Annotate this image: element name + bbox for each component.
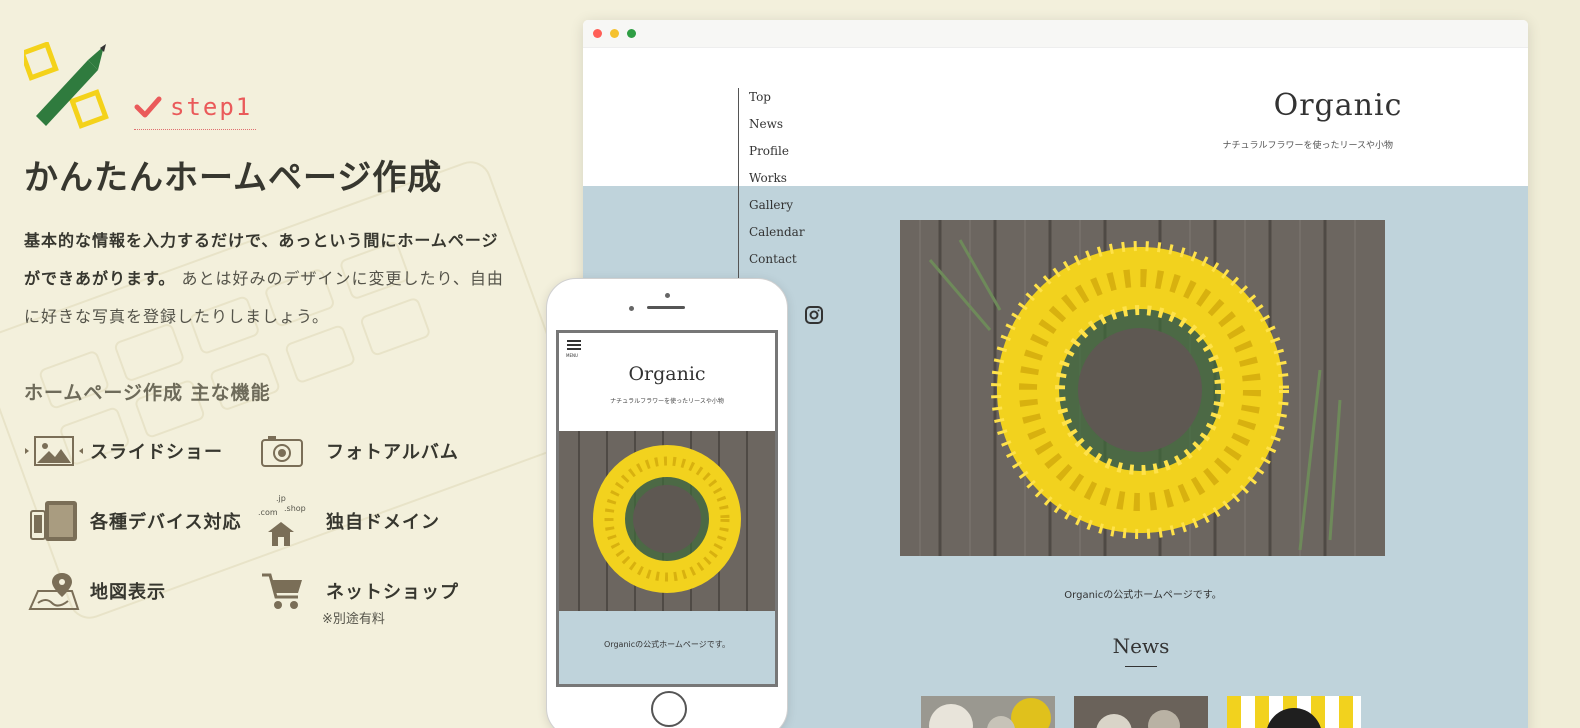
feature-photo-album: フォトアルバム <box>252 428 459 474</box>
feature-label: フォトアルバム <box>326 442 459 463</box>
feature-map: 地図表示 <box>24 568 166 614</box>
phone-hero-wreath-image <box>559 431 775 611</box>
logo-icon <box>24 42 109 129</box>
site-title: Organic <box>1273 88 1403 123</box>
feature-label: 地図表示 <box>90 582 166 603</box>
devices-icon <box>24 498 84 544</box>
news-thumbnail[interactable] <box>921 696 1055 728</box>
phone-caption: Organicの公式ホームページです。 <box>604 640 730 649</box>
phone-home-button[interactable] <box>651 691 687 727</box>
map-pin-icon <box>24 568 84 614</box>
nav-works[interactable]: Works <box>749 169 838 196</box>
cart-icon <box>252 568 312 614</box>
domain-jp-label: .jp <box>276 494 286 503</box>
nav-news[interactable]: News <box>749 115 838 142</box>
feature-label: スライドショー <box>90 442 223 463</box>
nav-profile[interactable]: Profile <box>749 142 838 169</box>
feature-label: ネットショップ <box>326 582 459 603</box>
camera-icon <box>252 428 312 474</box>
slideshow-icon <box>24 428 84 474</box>
hamburger-menu-icon[interactable] <box>567 340 581 352</box>
news-underline <box>1125 666 1157 667</box>
instagram-icon[interactable] <box>805 306 823 324</box>
news-thumbnail[interactable] <box>1074 696 1208 728</box>
phone-site-title: Organic <box>628 363 706 385</box>
feature-label: 独自ドメイン <box>326 512 440 533</box>
phone-speaker <box>647 306 685 309</box>
browser-titlebar <box>583 20 1528 48</box>
features-heading: ホームページ作成 主な機能 <box>24 382 271 404</box>
nav-gallery[interactable]: Gallery <box>749 196 838 223</box>
window-minimize-dot <box>610 29 619 38</box>
phone-screen: MENU Organic ナチュラルフラワーを使ったリースや小物 Organic… <box>556 330 778 687</box>
hero-caption: Organicの公式ホームページです。 <box>1064 590 1222 601</box>
nav-top[interactable]: Top <box>749 88 838 115</box>
phone-site-subtitle: ナチュラルフラワーを使ったリースや小物 <box>610 398 724 405</box>
menu-label: MENU <box>566 353 578 358</box>
phone-front-camera <box>665 293 670 298</box>
check-icon <box>134 96 162 117</box>
phone-mockup: MENU Organic ナチュラルフラワーを使ったリースや小物 Organic… <box>546 278 788 728</box>
shop-note: ※別途有料 <box>322 612 385 627</box>
step-indicator: step1 <box>134 84 256 130</box>
window-close-dot <box>593 29 602 38</box>
feature-slideshow: スライドショー <box>24 428 223 474</box>
window-maximize-dot <box>627 29 636 38</box>
news-heading: News <box>1112 634 1170 658</box>
hero-wreath-image <box>900 220 1385 556</box>
domain-house-icon: .jp .com .shop <box>252 494 312 546</box>
phone-sensor <box>629 306 634 311</box>
feature-label: 各種デバイス対応 <box>90 512 242 533</box>
feature-domain: .jp .com .shop 独自ドメイン <box>252 494 440 546</box>
domain-shop-label: .shop <box>284 504 306 513</box>
news-thumbnail[interactable] <box>1227 696 1361 728</box>
feature-devices: 各種デバイス対応 <box>24 498 241 544</box>
domain-com-label: .com <box>258 508 278 517</box>
page-title: かんたんホームページ作成 <box>24 158 443 198</box>
site-subtitle: ナチュラルフラワーを使ったリースや小物 <box>1222 141 1393 151</box>
nav-contact[interactable]: Contact <box>749 250 838 277</box>
step-label: step1 <box>170 92 253 121</box>
description: 基本的な情報を入力するだけで、あっという間にホームページができあがります。 あと… <box>24 222 504 336</box>
nav-calendar[interactable]: Calendar <box>749 223 838 250</box>
